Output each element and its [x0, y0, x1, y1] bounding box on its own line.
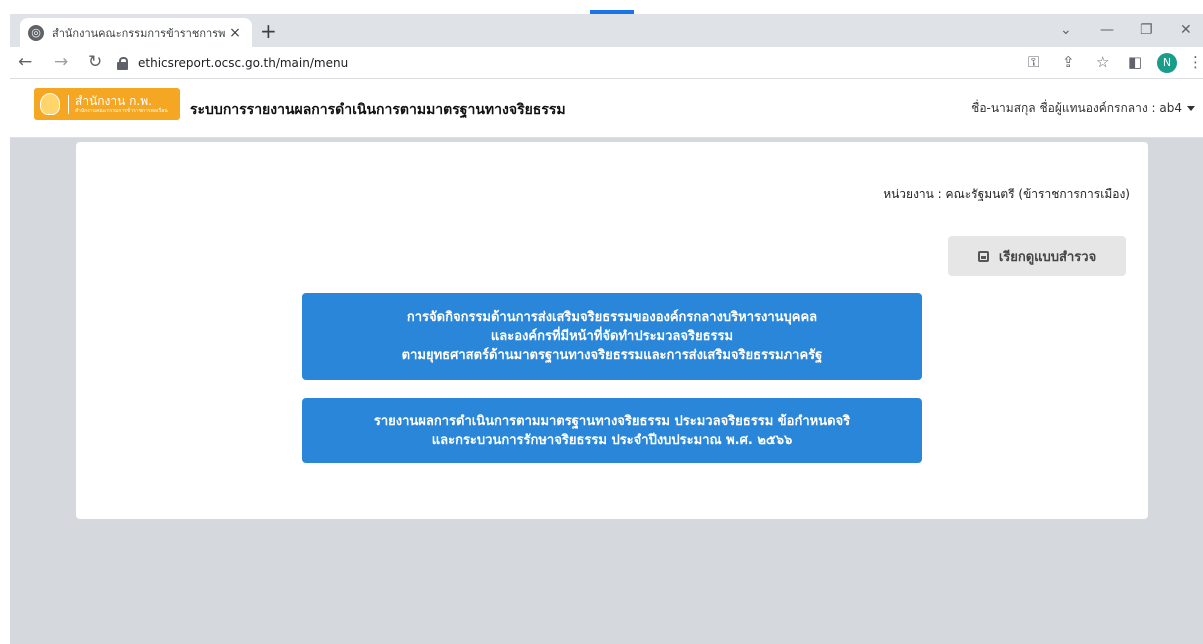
user-menu[interactable]: ชื่อ-นามสกุล ชื่อผู้แทนองค์กรกลาง : ab4	[971, 99, 1195, 118]
reload-icon[interactable]: ↻	[88, 52, 102, 72]
bookmark-star-icon[interactable]: ☆	[1096, 52, 1109, 72]
profile-avatar[interactable]: N	[1157, 53, 1177, 73]
site-header: สำนักงาน ก.พ. สำนักงานคณะกรรมการข้าราชกา…	[10, 79, 1203, 138]
window-close-icon[interactable]: ✕	[1180, 22, 1192, 38]
ethics-activities-button[interactable]: การจัดกิจกรรมด้านการส่งเสริมจริยธรรมของอ…	[302, 293, 922, 380]
close-tab-icon[interactable]: ×	[226, 25, 244, 41]
button-line: รายงานผลการดำเนินการตามมาตรฐานทางจริยธรร…	[373, 413, 851, 429]
user-menu-label: ชื่อ-นามสกุล ชื่อผู้แทนองค์กรกลาง : ab4	[971, 101, 1182, 115]
tab-strip: ◎ สำนักงานคณะกรรมการข้าราชการพลเรือน × +…	[10, 14, 1203, 47]
share-icon[interactable]: ⇪	[1062, 52, 1075, 72]
new-tab-button[interactable]: +	[260, 21, 277, 41]
caret-down-icon	[1187, 106, 1195, 111]
emblem-icon	[40, 93, 60, 115]
button-line: ตามยุทธศาสตร์ด้านมาตรฐานทางจริยธรรมและกา…	[401, 348, 823, 363]
browser-toolbar: ← → ↻ ethicsreport.ocsc.go.th/main/menu …	[10, 47, 1203, 79]
view-survey-label: เรียกดูแบบสำรวจ	[998, 249, 1097, 265]
globe-icon: ◎	[28, 24, 44, 41]
address-bar[interactable]: ethicsreport.ocsc.go.th/main/menu	[117, 50, 1007, 76]
image-icon	[977, 250, 989, 262]
lock-icon[interactable]	[117, 56, 128, 70]
page-title: ระบบการรายงานผลการดำเนินการตามมาตรฐานทาง…	[190, 102, 566, 118]
button-line: และองค์กรที่มีหน้าที่จัดทำประมวลจริยธรรม	[490, 329, 734, 344]
forward-icon[interactable]: →	[54, 52, 68, 72]
logo-text: สำนักงาน ก.พ.	[75, 93, 152, 108]
site-logo[interactable]: สำนักงาน ก.พ. สำนักงานคณะกรรมการข้าราชกา…	[34, 88, 180, 120]
view-survey-button[interactable]: เรียกดูแบบสำรวจ	[948, 236, 1126, 276]
tab-title: สำนักงานคณะกรรมการข้าราชการพลเรือน	[52, 26, 226, 40]
minimize-icon[interactable]: —	[1100, 22, 1114, 38]
tab-search-icon[interactable]: ⌄	[1060, 22, 1072, 38]
url-text: ethicsreport.ocsc.go.th/main/menu	[138, 56, 349, 70]
browser-tab[interactable]: ◎ สำนักงานคณะกรรมการข้าราชการพลเรือน ×	[20, 18, 252, 47]
button-line: การจัดกิจกรรมด้านการส่งเสริมจริยธรรมของอ…	[406, 310, 818, 325]
more-menu-icon[interactable]: ⋮	[1188, 52, 1203, 72]
side-panel-icon[interactable]: ◧	[1128, 52, 1142, 72]
agency-label: หน่วยงาน : คณะรัฐมนตรี (ข้าราชการการเมือ…	[883, 187, 1130, 201]
logo-text-block: สำนักงาน ก.พ. สำนักงานคณะกรรมการข้าราชกา…	[68, 93, 168, 114]
button-line: และกระบวนการรักษาจริยธรรม ประจำปีงบประมา…	[431, 432, 793, 448]
logo-subtext: สำนักงานคณะกรรมการข้าราชการพลเรือน	[75, 107, 168, 114]
browser-window: { "browser": { "tab_title": "สำนักงานคณะ…	[0, 0, 1203, 644]
back-icon[interactable]: ←	[18, 52, 32, 72]
main-card: หน่วยงาน : คณะรัฐมนตรี (ข้าราชการการเมือ…	[76, 142, 1148, 519]
password-key-icon[interactable]: ⚿	[1028, 52, 1039, 72]
restore-icon[interactable]: ❐	[1140, 22, 1153, 38]
ethics-report-button[interactable]: รายงานผลการดำเนินการตามมาตรฐานทางจริยธรร…	[302, 398, 922, 463]
